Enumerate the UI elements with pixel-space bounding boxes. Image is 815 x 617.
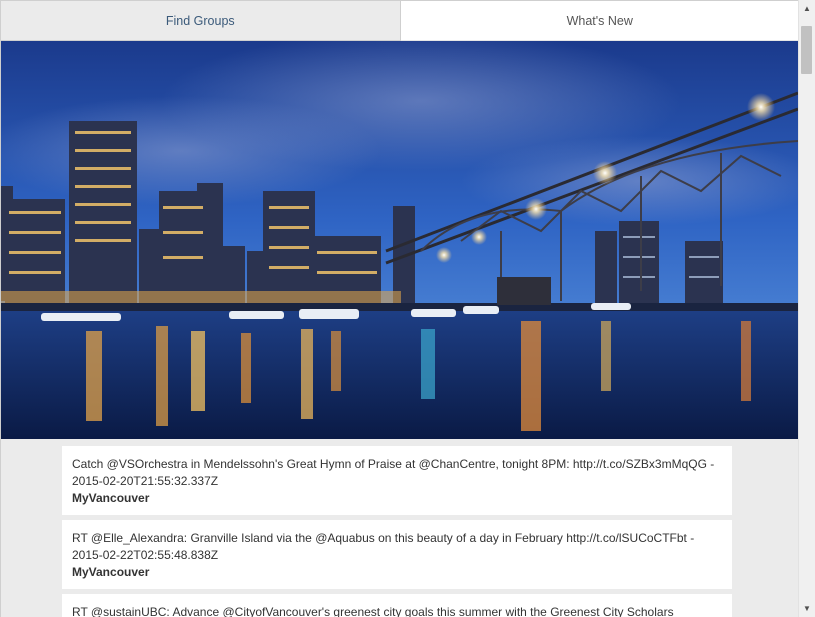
news-feed: Catch @VSOrchestra in Mendelssohn's Grea… (62, 446, 732, 617)
scroll-down-arrow-icon[interactable]: ▼ (799, 600, 815, 617)
feed-item[interactable]: RT @Elle_Alexandra: Granville Island via… (62, 520, 732, 589)
feed-item-text: RT @Elle_Alexandra: Granville Island via… (72, 531, 695, 562)
scroll-up-arrow-icon[interactable]: ▲ (799, 0, 815, 17)
feed-item-author: MyVancouver (72, 491, 150, 505)
feed-item-text: RT @sustainUBC: Advance @CityofVancouver… (72, 605, 674, 617)
feed-item[interactable]: RT @sustainUBC: Advance @CityofVancouver… (62, 594, 732, 617)
hero-image-vancouver-night (1, 41, 798, 439)
scrollbar-thumb[interactable] (801, 26, 812, 74)
feed-item-text: Catch @VSOrchestra in Mendelssohn's Grea… (72, 457, 715, 488)
app-frame: Find Groups What's New Catch @VSOrchestr… (0, 0, 798, 617)
feed-item[interactable]: Catch @VSOrchestra in Mendelssohn's Grea… (62, 446, 732, 515)
tab-find-groups[interactable]: Find Groups (1, 1, 401, 41)
feed-item-author: MyVancouver (72, 565, 150, 579)
vertical-scrollbar[interactable]: ▲ ▼ (798, 0, 815, 617)
tab-whats-new[interactable]: What's New (400, 1, 798, 41)
tab-bar: Find Groups What's New (1, 0, 798, 41)
